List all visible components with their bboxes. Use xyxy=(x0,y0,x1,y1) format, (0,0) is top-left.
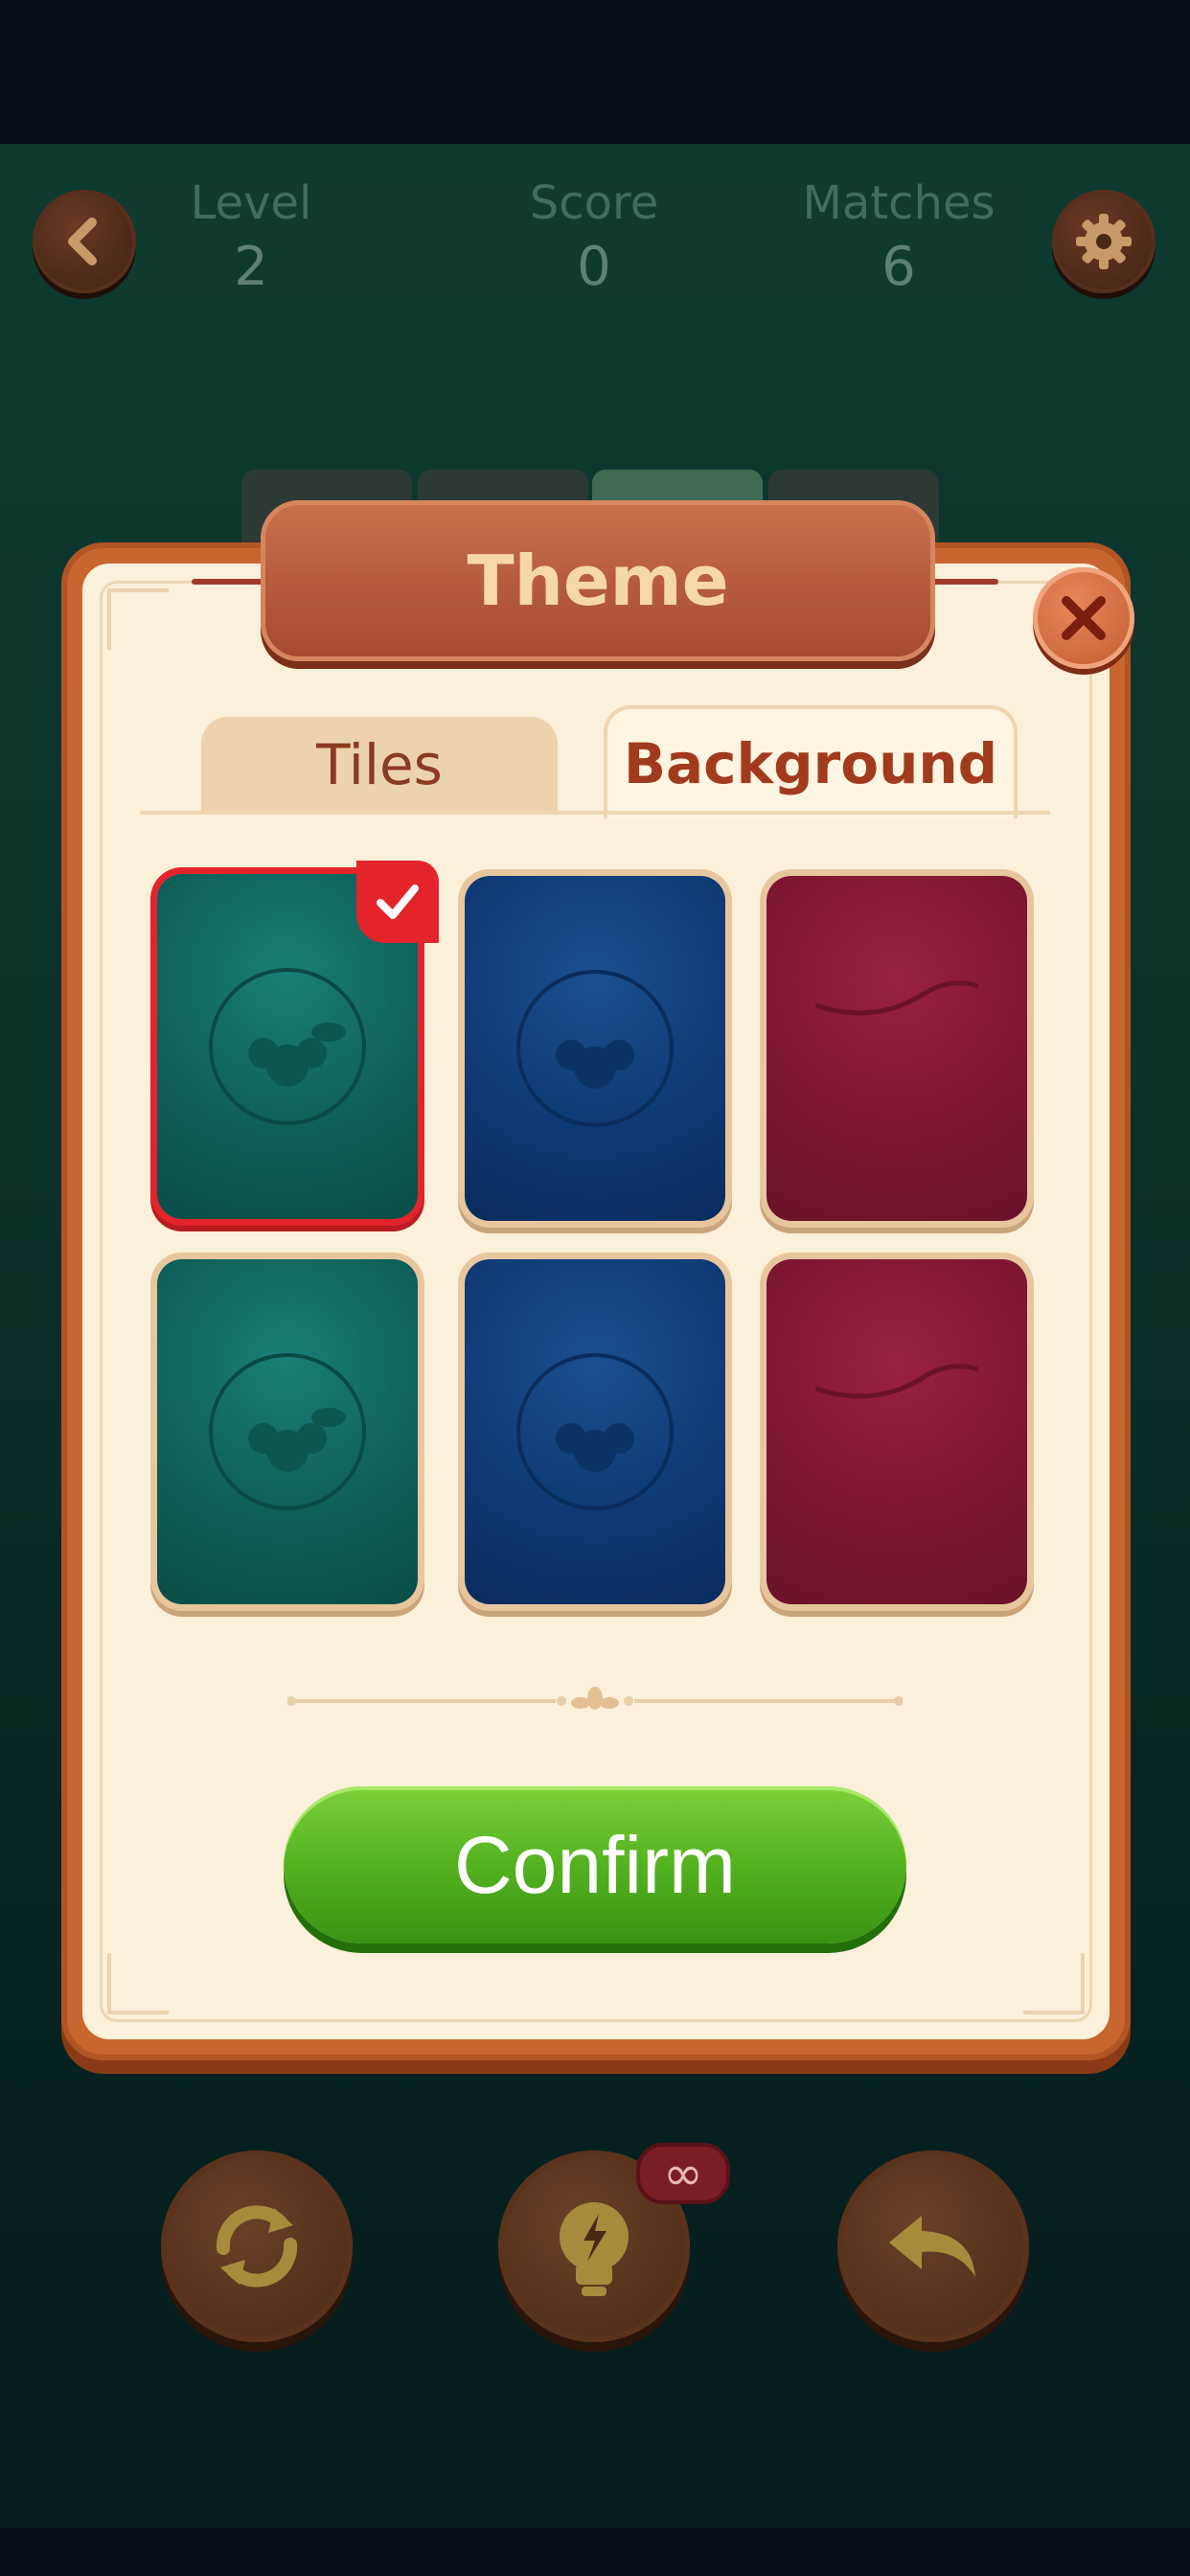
score-label: Score xyxy=(529,176,659,230)
close-icon xyxy=(1062,596,1106,640)
level-stat: Level 2 xyxy=(136,172,366,301)
ornament-divider xyxy=(287,1687,903,1710)
background-option-crimson-2[interactable] xyxy=(767,1259,1027,1604)
matches-value: 6 xyxy=(881,236,916,298)
corner-ornament xyxy=(107,1953,169,2014)
undo-button[interactable] xyxy=(837,2150,1029,2342)
hint-count: ∞ xyxy=(663,2146,703,2201)
blossom-emblem-icon xyxy=(516,970,674,1127)
blossom-emblem-icon xyxy=(209,1353,366,1510)
background-option-teal-2[interactable] xyxy=(157,1259,418,1604)
tab-background[interactable]: Background xyxy=(604,705,1018,818)
back-button[interactable] xyxy=(33,190,136,293)
blossom-emblem-icon xyxy=(516,1353,674,1510)
branch-emblem-icon xyxy=(815,980,978,1016)
tab-tiles-label: Tiles xyxy=(316,732,443,797)
score-stat: Score 0 xyxy=(479,172,709,301)
settings-button[interactable] xyxy=(1052,190,1156,293)
hint-count-badge: ∞ xyxy=(636,2143,730,2204)
selected-check-badge xyxy=(356,861,439,943)
shuffle-button[interactable] xyxy=(161,2150,353,2342)
matches-label: Matches xyxy=(802,176,995,230)
dialog-title: Theme xyxy=(467,540,729,621)
shuffle-icon xyxy=(216,2205,298,2288)
gear-icon xyxy=(1076,214,1132,269)
matches-stat: Matches 6 xyxy=(784,172,1014,301)
undo-icon xyxy=(889,2216,975,2277)
corner-ornament xyxy=(107,588,169,650)
lightbulb-icon xyxy=(560,2202,629,2296)
check-icon xyxy=(377,885,419,919)
tab-background-label: Background xyxy=(623,731,998,796)
confirm-button[interactable]: Confirm xyxy=(284,1786,906,1944)
tab-tiles[interactable]: Tiles xyxy=(201,717,558,813)
background-option-blue-1[interactable] xyxy=(465,876,725,1221)
blossom-emblem-icon xyxy=(209,968,366,1125)
level-value: 2 xyxy=(234,236,268,298)
close-button[interactable] xyxy=(1033,567,1134,669)
status-bar xyxy=(0,0,1190,144)
confirm-label: Confirm xyxy=(453,1819,737,1910)
background-option-crimson-1[interactable] xyxy=(767,876,1027,1221)
title-banner: Theme xyxy=(261,500,935,661)
score-value: 0 xyxy=(577,236,611,298)
background-option-blue-2[interactable] xyxy=(465,1259,725,1604)
tab-underline xyxy=(140,811,1050,815)
home-indicator-area xyxy=(0,2528,1190,2576)
chevron-left-icon xyxy=(68,218,97,265)
level-label: Level xyxy=(190,176,312,230)
branch-emblem-icon xyxy=(815,1364,978,1399)
corner-ornament xyxy=(1023,1953,1085,2014)
